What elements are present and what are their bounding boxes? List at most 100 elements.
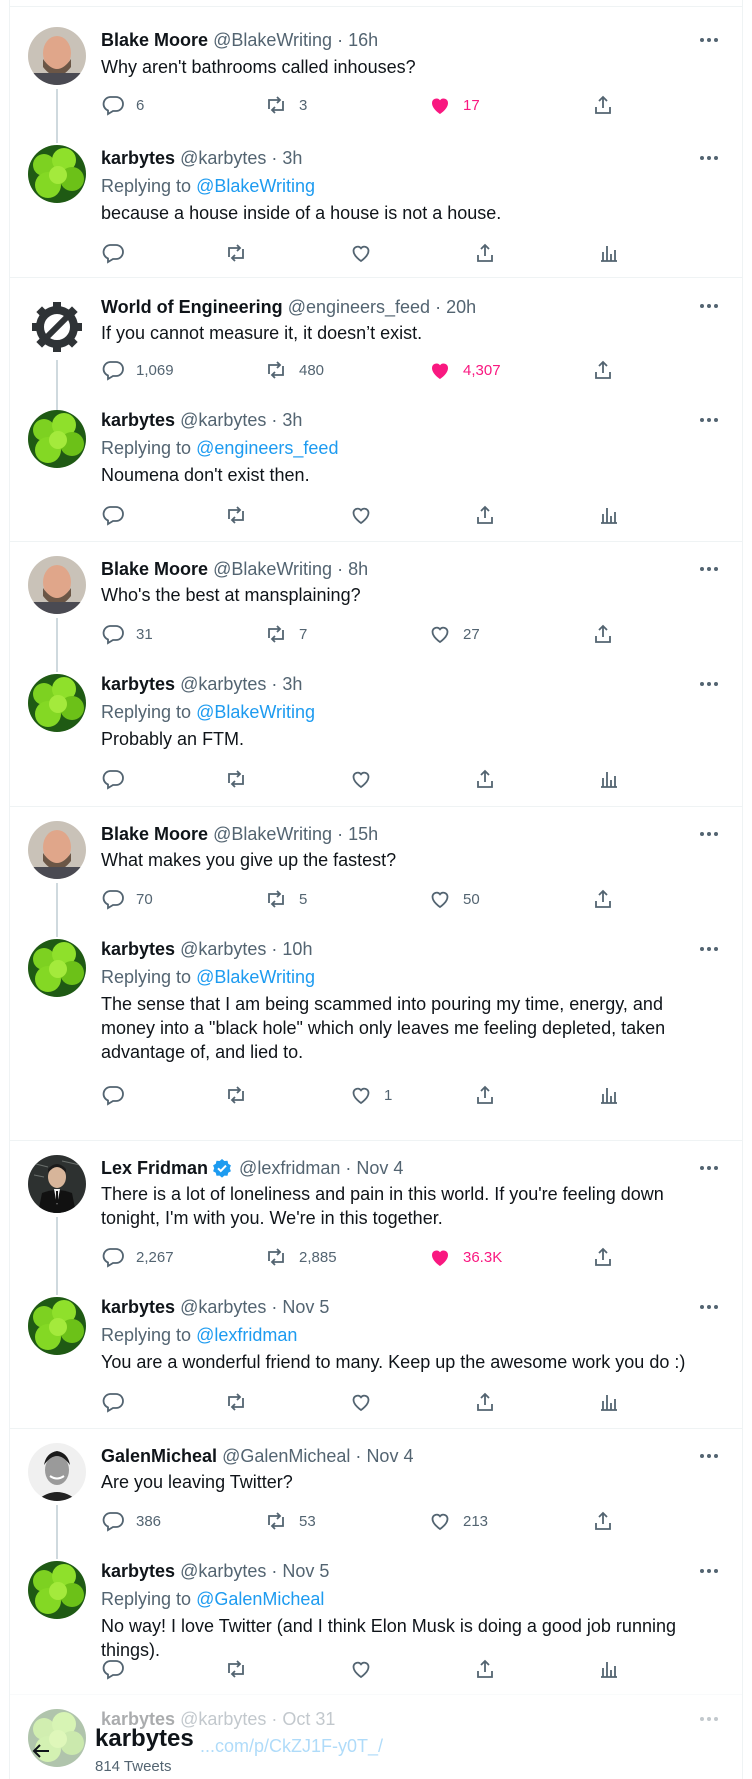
tweet-original[interactable]: Blake Moore @BlakeWriting · 8h Who's the… [10, 542, 742, 672]
author-handle[interactable]: @karbytes [180, 410, 266, 430]
mention-link[interactable]: @BlakeWriting [196, 176, 315, 196]
timestamp[interactable]: 10h [282, 939, 312, 959]
mention-link[interactable]: @GalenMicheal [196, 1589, 324, 1609]
like-button[interactable]: 4,307 [428, 358, 501, 382]
author-name[interactable]: karbytes [101, 674, 175, 694]
share-button[interactable] [591, 1509, 615, 1533]
more-icon[interactable] [698, 1446, 720, 1466]
author-handle[interactable]: @engineers_feed [288, 297, 430, 317]
share-button[interactable] [473, 1390, 497, 1414]
reply-button[interactable] [101, 1657, 125, 1681]
retweet-button[interactable] [224, 767, 248, 791]
more-icon[interactable] [698, 939, 720, 959]
timestamp[interactable]: 16h [348, 30, 378, 50]
like-button[interactable]: 50 [428, 887, 480, 911]
karbytes-avatar[interactable] [28, 1561, 86, 1619]
like-button[interactable] [349, 241, 373, 265]
mention-link[interactable]: @lexfridman [196, 1325, 297, 1345]
share-button[interactable] [591, 93, 615, 117]
share-button[interactable] [473, 1657, 497, 1681]
karbytes-avatar[interactable] [28, 410, 86, 468]
retweet-button[interactable] [224, 1083, 248, 1107]
reply-button[interactable] [101, 1083, 125, 1107]
tweet-original[interactable]: Lex Fridman @lexfridman · Nov 4 There is… [10, 1141, 742, 1295]
timestamp[interactable]: Nov 4 [366, 1446, 413, 1466]
mention-link[interactable]: @engineers_feed [196, 438, 338, 458]
more-icon[interactable] [698, 410, 720, 430]
analytics-button[interactable] [597, 241, 621, 265]
tweet-reply[interactable]: karbytes @karbytes · 3h Replying to @eng… [10, 390, 742, 542]
author-name[interactable]: World of Engineering [101, 297, 283, 317]
karbytes-avatar[interactable] [28, 1297, 86, 1355]
author-name[interactable]: karbytes [101, 148, 175, 168]
more-icon[interactable] [698, 824, 720, 844]
author-handle[interactable]: @karbytes [180, 939, 266, 959]
like-button[interactable]: 1 [349, 1083, 392, 1107]
reply-button[interactable] [101, 767, 125, 791]
timestamp[interactable]: Nov 4 [356, 1158, 403, 1178]
author-name[interactable]: Blake Moore [101, 30, 208, 50]
author-name[interactable]: karbytes [101, 410, 175, 430]
author-handle[interactable]: @BlakeWriting [213, 30, 332, 50]
more-icon[interactable] [698, 148, 720, 168]
analytics-button[interactable] [597, 1390, 621, 1414]
timestamp[interactable]: 8h [348, 559, 368, 579]
more-icon[interactable] [698, 296, 720, 316]
like-button[interactable] [349, 1657, 373, 1681]
share-button[interactable] [473, 241, 497, 265]
author-handle[interactable]: @BlakeWriting [213, 824, 332, 844]
like-button[interactable]: 27 [428, 622, 480, 646]
retweet-button[interactable]: 53 [264, 1509, 316, 1533]
author-name[interactable]: karbytes [101, 939, 175, 959]
reply-button[interactable]: 31 [101, 622, 153, 646]
retweet-button[interactable] [224, 241, 248, 265]
tweet-original[interactable]: Blake Moore @BlakeWriting · 16h Why aren… [10, 7, 742, 143]
reply-button[interactable] [101, 503, 125, 527]
blake-avatar[interactable] [28, 556, 86, 614]
tweet-reply[interactable]: karbytes @karbytes · 3h Replying to @Bla… [10, 654, 742, 807]
more-icon[interactable] [698, 1158, 720, 1178]
share-button[interactable] [473, 503, 497, 527]
reply-button[interactable]: 1,069 [101, 358, 174, 382]
reply-button[interactable]: 2,267 [101, 1245, 174, 1269]
share-button[interactable] [591, 887, 615, 911]
analytics-button[interactable] [597, 1083, 621, 1107]
tweet-reply[interactable]: karbytes @karbytes · 3h Replying to @Bla… [10, 125, 742, 278]
more-icon[interactable] [698, 1561, 720, 1581]
more-icon[interactable] [698, 559, 720, 579]
share-button[interactable] [591, 358, 615, 382]
author-handle[interactable]: @BlakeWriting [213, 559, 332, 579]
author-handle[interactable]: @GalenMicheal [222, 1446, 350, 1466]
more-icon[interactable] [698, 30, 720, 50]
like-button[interactable] [349, 767, 373, 791]
retweet-button[interactable] [224, 1390, 248, 1414]
author-name[interactable]: Blake Moore [101, 824, 208, 844]
tweet-original[interactable]: Blake Moore @BlakeWriting · 15h What mak… [10, 807, 742, 937]
retweet-button[interactable] [224, 503, 248, 527]
karbytes-avatar[interactable] [28, 674, 86, 732]
blake-avatar[interactable] [28, 27, 86, 85]
timestamp[interactable]: 3h [282, 148, 302, 168]
retweet-button[interactable]: 5 [264, 887, 307, 911]
reply-button[interactable]: 386 [101, 1509, 161, 1533]
blake-avatar[interactable] [28, 821, 86, 879]
share-button[interactable] [591, 1245, 615, 1269]
reply-button[interactable]: 6 [101, 93, 144, 117]
tweet-reply[interactable]: karbytes @karbytes · Nov 5 Replying to @… [10, 1541, 742, 1695]
timestamp[interactable]: 20h [446, 297, 476, 317]
karbytes-avatar[interactable] [28, 939, 86, 997]
lex-avatar[interactable] [28, 1155, 86, 1213]
more-icon[interactable] [698, 674, 720, 694]
analytics-button[interactable] [597, 1657, 621, 1681]
author-name[interactable]: Lex Fridman [101, 1158, 208, 1178]
retweet-button[interactable]: 480 [264, 358, 324, 382]
author-handle[interactable]: @karbytes [180, 1297, 266, 1317]
tweet-original[interactable]: GalenMicheal @GalenMicheal · Nov 4 Are y… [10, 1429, 742, 1559]
analytics-button[interactable] [597, 767, 621, 791]
author-handle[interactable]: @karbytes [180, 1561, 266, 1581]
author-handle[interactable]: @karbytes [180, 148, 266, 168]
like-button[interactable] [349, 503, 373, 527]
like-button[interactable]: 213 [428, 1509, 488, 1533]
reply-button[interactable] [101, 241, 125, 265]
share-button[interactable] [473, 767, 497, 791]
